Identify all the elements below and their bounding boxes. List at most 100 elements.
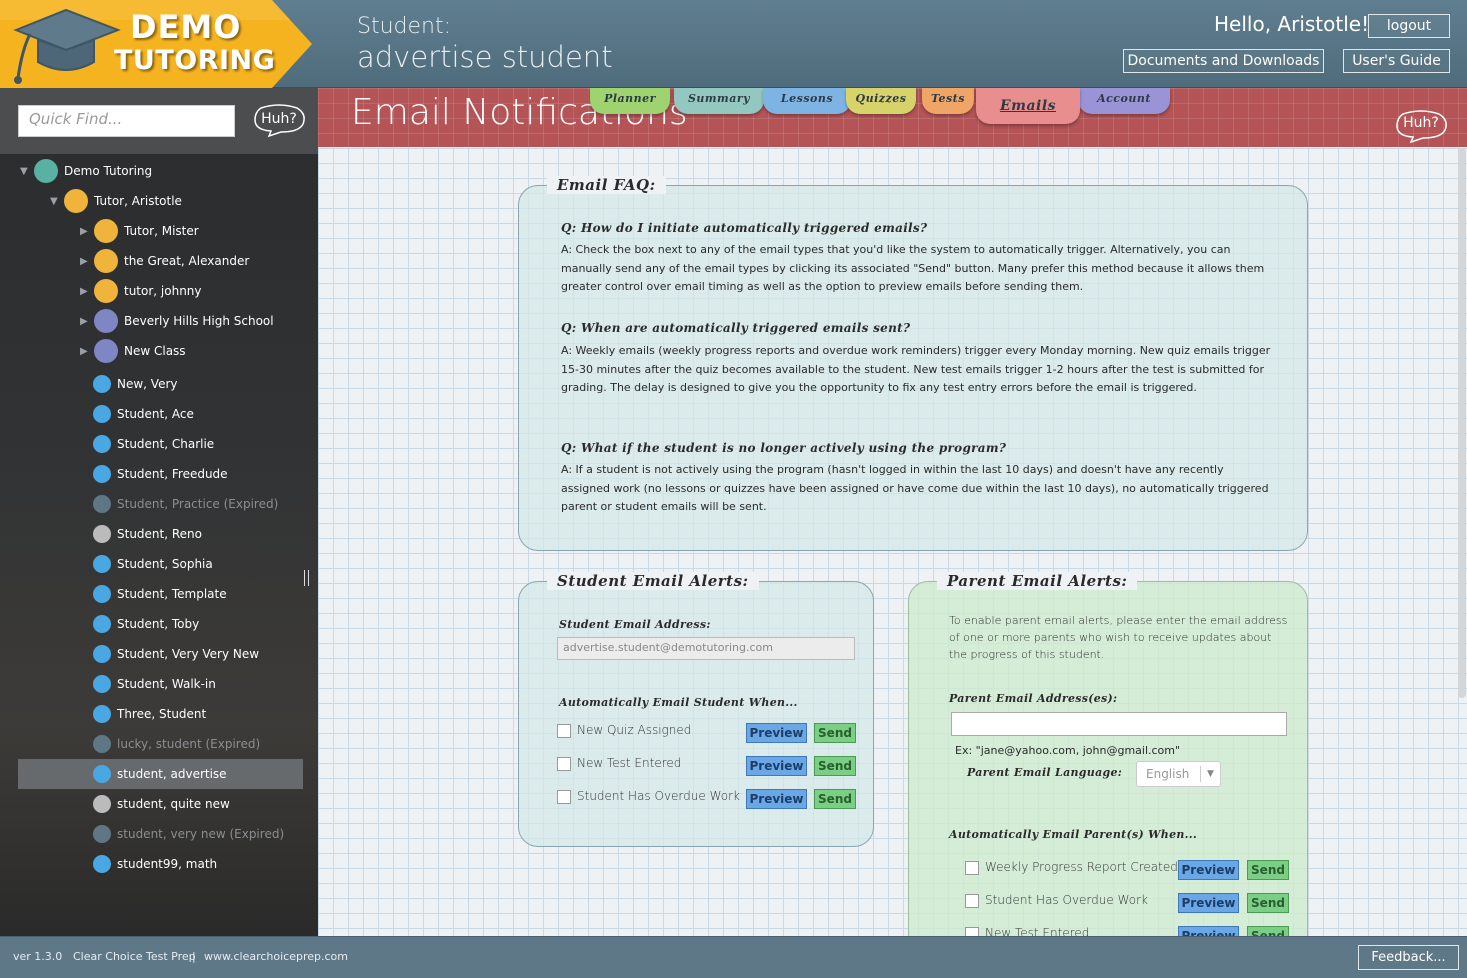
- preview-button[interactable]: Preview: [746, 789, 807, 809]
- tree-item[interactable]: ▶ New Class: [80, 336, 186, 366]
- tab-planner[interactable]: Planner: [590, 88, 670, 114]
- parent-auto-label: Automatically Email Parent(s) When...: [949, 828, 1198, 841]
- tree-item[interactable]: ▶ Beverly Hills High School: [80, 306, 274, 336]
- expired-student-icon: [93, 735, 111, 753]
- website-link[interactable]: www.clearchoiceprep.com: [204, 950, 348, 963]
- send-button[interactable]: Send: [814, 756, 856, 776]
- tree-item[interactable]: student, quite new: [93, 789, 230, 819]
- preview-button[interactable]: Preview: [746, 756, 807, 776]
- tree-item-label: New, Very: [117, 377, 178, 391]
- logout-button[interactable]: logout: [1368, 14, 1450, 38]
- users-guide-button[interactable]: User's Guide: [1343, 49, 1450, 73]
- page-help-label: Huh?: [1403, 115, 1439, 131]
- alert-checkbox[interactable]: [557, 724, 571, 738]
- tree-item[interactable]: Student, Charlie: [93, 429, 214, 459]
- tutor-avatar-icon: [94, 219, 118, 243]
- parent-language-select[interactable]: English ▼: [1136, 761, 1221, 787]
- tree-item[interactable]: Student, Reno: [93, 519, 202, 549]
- parent-email-example: Ex: "jane@yahoo.com, john@gmail.com": [955, 744, 1181, 757]
- tab-emails[interactable]: Emails: [976, 88, 1080, 124]
- alert-label: Weekly Progress Report Created: [985, 860, 1178, 874]
- main-scrollbar[interactable]: [1458, 148, 1466, 698]
- sidebar-resize-handle[interactable]: [304, 570, 309, 586]
- tree-item[interactable]: student99, math: [93, 849, 217, 879]
- tree-item[interactable]: New, Very: [93, 369, 178, 399]
- student-avatar-icon: [93, 435, 111, 453]
- alert-checkbox[interactable]: [965, 894, 979, 908]
- title-bar: Email Notifications Planner Summary Lesson…: [318, 88, 1467, 147]
- tree-item-label: Student, Very Very New: [117, 647, 260, 661]
- tutor-avatar-icon: [94, 249, 118, 273]
- send-button[interactable]: Send: [1247, 860, 1289, 880]
- tree-item[interactable]: Student, Template: [93, 579, 227, 609]
- preview-button[interactable]: Preview: [746, 723, 807, 743]
- alert-checkbox[interactable]: [965, 861, 979, 875]
- logo[interactable]: DEMO TUTORING: [0, 0, 312, 88]
- alert-checkbox[interactable]: [965, 927, 979, 936]
- tree-item[interactable]: ▼ Demo Tutoring: [20, 156, 152, 186]
- tree-item[interactable]: Student, Sophia: [93, 549, 213, 579]
- parent-alerts-note: To enable parent email alerts, please en…: [949, 614, 1288, 661]
- tree-item[interactable]: Student, Very Very New: [93, 639, 259, 669]
- preview-button[interactable]: Preview: [1178, 893, 1239, 913]
- student-name: advertise student: [357, 40, 613, 74]
- faq-answer-1: A: Check the box next to any of the emai…: [561, 243, 1265, 294]
- tree-item[interactable]: Student, Freedude: [93, 459, 228, 489]
- tree-item[interactable]: ▶ tutor, johnny: [80, 276, 202, 306]
- tree-item[interactable]: Student, Practice (Expired): [93, 489, 278, 519]
- alert-checkbox[interactable]: [557, 757, 571, 771]
- tree-item[interactable]: Three, Student: [93, 699, 206, 729]
- tab-quizzes[interactable]: Quizzes: [846, 88, 916, 114]
- tree-item[interactable]: Student, Ace: [93, 399, 194, 429]
- tab-lessons[interactable]: Lessons: [763, 88, 851, 114]
- tree-item-label: student, very new (Expired): [117, 827, 285, 841]
- alert-checkbox[interactable]: [557, 790, 571, 804]
- tree-item[interactable]: ▶ Tutor, Mister: [80, 216, 199, 246]
- preview-button[interactable]: Preview: [1178, 860, 1239, 880]
- tree-item-label: Student, Walk-in: [117, 677, 216, 691]
- parent-email-input[interactable]: [951, 712, 1287, 736]
- footer: ver 1.3.0 Clear Choice Test Prep | www.c…: [0, 936, 1467, 978]
- student-auto-label: Automatically Email Student When...: [559, 696, 798, 709]
- tree-item[interactable]: ▶ the Great, Alexander: [80, 246, 249, 276]
- documents-button[interactable]: Documents and Downloads: [1123, 49, 1324, 73]
- triangle-right-icon[interactable]: ▶: [80, 226, 94, 237]
- preview-button[interactable]: Preview: [1178, 926, 1239, 936]
- triangle-right-icon[interactable]: ▶: [80, 346, 94, 357]
- student-avatar-icon: [93, 675, 111, 693]
- tab-tests[interactable]: Tests: [922, 88, 974, 114]
- triangle-right-icon[interactable]: ▶: [80, 286, 94, 297]
- tree-item-label: Student, Charlie: [117, 437, 215, 451]
- alert-label: Student Has Overdue Work: [577, 789, 740, 803]
- tree-item[interactable]: student, very new (Expired): [93, 819, 284, 849]
- tab-account[interactable]: Account: [1078, 88, 1170, 114]
- tree-item[interactable]: Student, Walk-in: [93, 669, 216, 699]
- tree-item-label: Student, Reno: [117, 527, 202, 541]
- triangle-right-icon[interactable]: ▶: [80, 316, 94, 327]
- page-help-button[interactable]: Huh?: [1393, 108, 1449, 144]
- sidebar: Quick Find... Huh? ▼ Demo Tutoring ▼ Tutor,…: [0, 88, 318, 936]
- student-avatar-icon: [93, 645, 111, 663]
- send-button[interactable]: Send: [1247, 893, 1289, 913]
- tree-item-label: Demo Tutoring: [64, 164, 153, 178]
- faq-answer-3: A: If a student is not actively using th…: [561, 463, 1269, 514]
- alert-label: Student Has Overdue Work: [985, 893, 1148, 907]
- send-button[interactable]: Send: [814, 723, 856, 743]
- tab-summary[interactable]: Summary: [674, 88, 764, 114]
- tree-item[interactable]: lucky, student (Expired): [93, 729, 260, 759]
- tree-item[interactable]: ▼ Tutor, Aristotle: [50, 186, 182, 216]
- triangle-right-icon[interactable]: ▶: [80, 256, 94, 267]
- triangle-down-icon[interactable]: ▼: [50, 196, 64, 207]
- send-button[interactable]: Send: [814, 789, 856, 809]
- quick-find-input[interactable]: Quick Find...: [18, 105, 235, 137]
- tree-item[interactable]: student, advertise: [18, 759, 303, 789]
- expired-student-icon: [93, 495, 111, 513]
- tutor-avatar-icon: [94, 279, 118, 303]
- tree-item[interactable]: Student, Toby: [93, 609, 199, 639]
- student-email-input[interactable]: advertise.student@demotutoring.com: [557, 637, 855, 660]
- feedback-button[interactable]: Feedback...: [1358, 945, 1459, 970]
- footer-separator: |: [192, 950, 196, 963]
- send-button[interactable]: Send: [1247, 926, 1289, 936]
- sidebar-help-button[interactable]: Huh?: [251, 104, 307, 138]
- triangle-down-icon[interactable]: ▼: [20, 166, 34, 177]
